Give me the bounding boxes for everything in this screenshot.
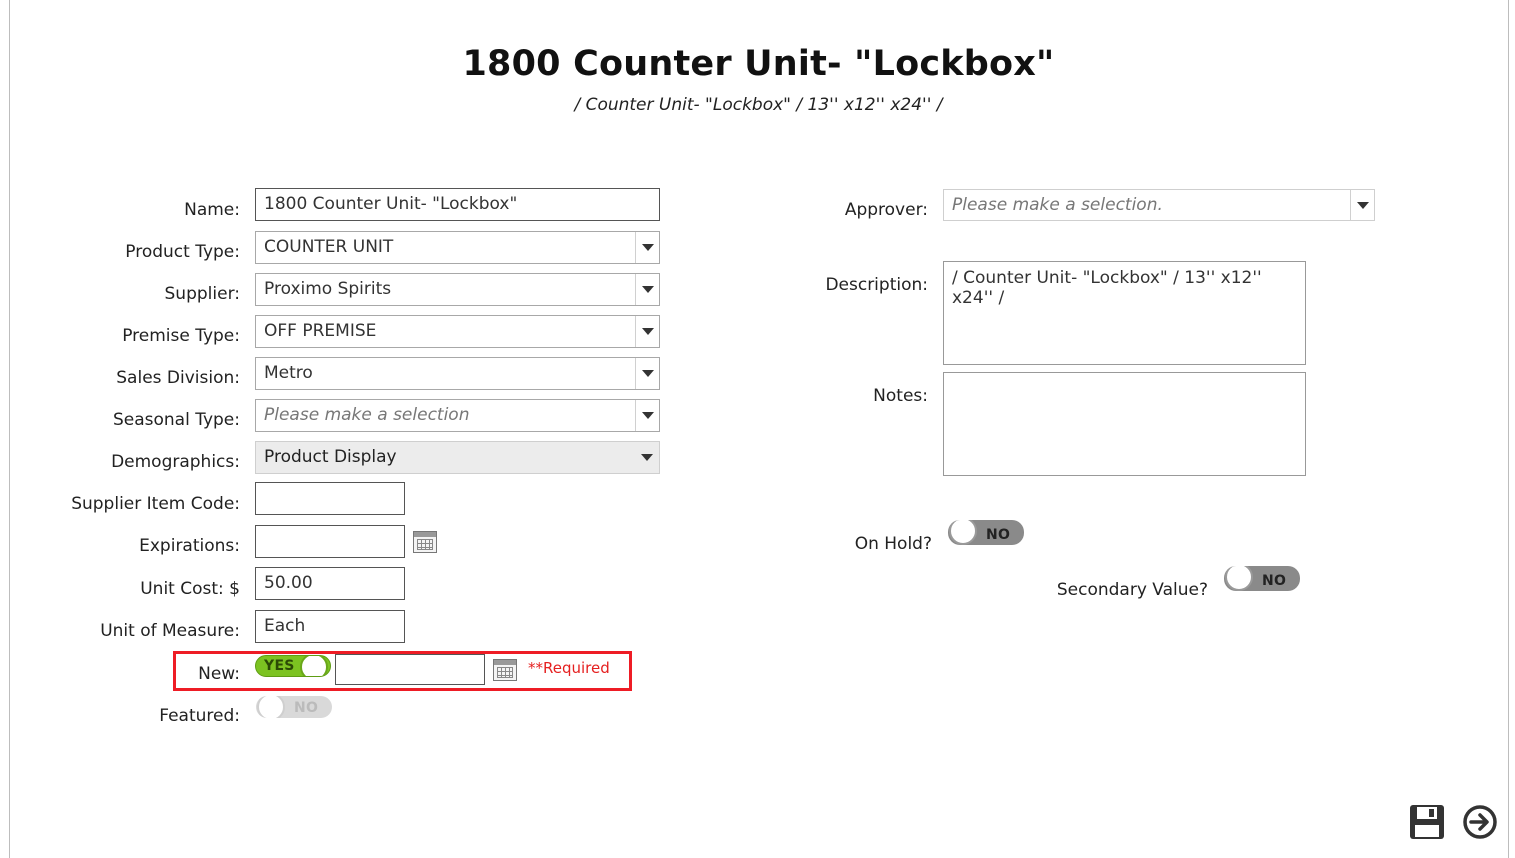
new-date-input[interactable] (335, 654, 485, 685)
name-label: Name: (184, 200, 240, 220)
approver-select[interactable]: Please make a selection. (943, 189, 1375, 221)
featured-toggle-label: NO (294, 700, 319, 716)
on-hold-toggle-label: NO (986, 527, 1011, 543)
required-text: **Required (528, 659, 610, 677)
supplier-select[interactable]: Proximo Spirits (255, 273, 660, 306)
seasonal-type-select[interactable]: Please make a selection (255, 399, 660, 432)
on-hold-toggle[interactable]: NO (948, 520, 1024, 545)
notes-label: Notes: (873, 386, 928, 406)
product-type-label: Product Type: (125, 242, 240, 262)
save-icon[interactable] (1408, 803, 1446, 845)
product-type-select[interactable]: COUNTER UNIT (255, 231, 660, 264)
approver-placeholder: Please make a selection. (952, 195, 1163, 215)
supplier-item-code-label: Supplier Item Code: (71, 494, 240, 514)
unit-cost-label: Unit Cost: $ (140, 579, 240, 599)
secondary-value-toggle-label: NO (1262, 573, 1287, 589)
toggle-knob (1225, 566, 1253, 591)
page-title: 1800 Counter Unit- "Lockbox" (462, 44, 1055, 84)
secondary-value-label: Secondary Value? (1056, 580, 1208, 600)
expirations-label: Expirations: (139, 536, 240, 556)
chevron-down-icon[interactable] (1350, 190, 1374, 220)
supplier-value: Proximo Spirits (264, 279, 392, 299)
on-hold-label: On Hold? (854, 534, 932, 554)
demographics-label: Demographics: (111, 452, 240, 472)
demographics-select[interactable]: Product Display (255, 441, 660, 474)
secondary-value-toggle[interactable]: NO (1224, 566, 1300, 591)
chevron-down-icon[interactable] (635, 316, 659, 347)
toggle-knob (949, 520, 977, 545)
product-type-value: COUNTER UNIT (264, 237, 394, 257)
calendar-icon[interactable] (493, 659, 517, 681)
sales-division-select[interactable]: Metro (255, 357, 660, 390)
new-toggle[interactable]: YES (255, 655, 331, 677)
sales-division-label: Sales Division: (116, 368, 240, 388)
new-toggle-label: YES (264, 658, 295, 674)
featured-label: Featured: (159, 706, 240, 726)
calendar-icon[interactable] (413, 531, 437, 553)
sales-division-value: Metro (264, 363, 313, 383)
chevron-down-icon[interactable] (635, 442, 659, 473)
chevron-down-icon[interactable] (635, 400, 659, 431)
featured-toggle[interactable]: NO (256, 696, 332, 718)
approver-label: Approver: (844, 200, 928, 220)
unit-cost-input[interactable]: 50.00 (255, 567, 405, 600)
description-label: Description: (825, 275, 928, 295)
toggle-knob (300, 656, 328, 676)
description-textarea[interactable]: / Counter Unit- "Lockbox" / 13'' x12'' x… (943, 261, 1306, 365)
notes-textarea[interactable] (943, 372, 1306, 476)
demographics-value: Product Display (264, 447, 397, 467)
premise-type-label: Premise Type: (122, 326, 240, 346)
arrow-right-circle-icon[interactable] (1462, 804, 1498, 844)
chevron-down-icon[interactable] (635, 232, 659, 263)
premise-type-value: OFF PREMISE (264, 321, 377, 341)
new-label: New: (198, 664, 240, 684)
unit-of-measure-label: Unit of Measure: (100, 621, 240, 641)
expirations-input[interactable] (255, 525, 405, 558)
seasonal-type-label: Seasonal Type: (112, 410, 240, 430)
supplier-label: Supplier: (164, 284, 240, 304)
seasonal-type-placeholder: Please make a selection (264, 405, 470, 425)
supplier-item-code-input[interactable] (255, 482, 405, 515)
chevron-down-icon[interactable] (635, 274, 659, 305)
chevron-down-icon[interactable] (635, 358, 659, 389)
premise-type-select[interactable]: OFF PREMISE (255, 315, 660, 348)
unit-of-measure-input[interactable]: Each (255, 610, 405, 643)
page-subtitle: / Counter Unit- "Lockbox" / 13'' x12'' x… (574, 95, 943, 115)
toggle-knob (257, 696, 285, 718)
name-input[interactable]: 1800 Counter Unit- "Lockbox" (255, 188, 660, 221)
